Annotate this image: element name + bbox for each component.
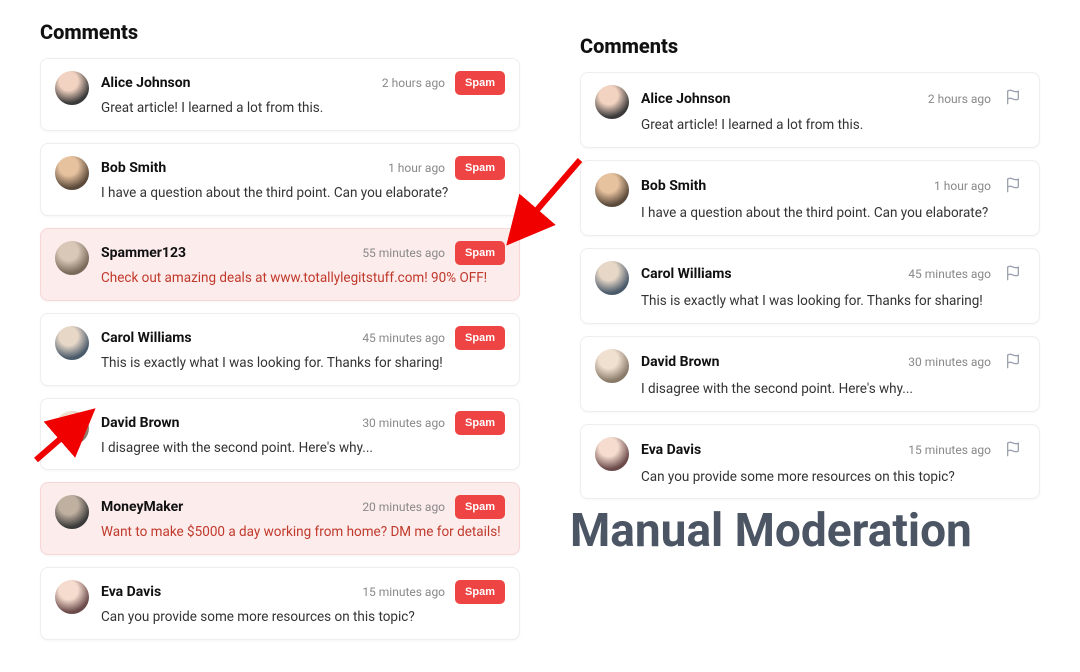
manual-moderation-label: Manual Moderation bbox=[570, 504, 972, 558]
avatar bbox=[55, 71, 89, 105]
comment-time: 2 hours ago bbox=[382, 76, 445, 90]
comment-text: I disagree with the second point. Here's… bbox=[641, 380, 1025, 399]
comments-title-right: Comments bbox=[580, 34, 1040, 58]
comment-body: Bob Smith 1 hour ago I have a question abo… bbox=[641, 173, 1025, 223]
comment-time: 45 minutes ago bbox=[362, 331, 445, 345]
comment-text: Check out amazing deals at www.totallyle… bbox=[101, 269, 505, 288]
comment-row: MoneyMaker 20 minutes ago Spam Want to make… bbox=[40, 482, 520, 555]
comment-body: Spammer123 55 minutes ago Spam Check out am… bbox=[101, 241, 505, 288]
comment-body: Alice Johnson 2 hours ago Spam Great articl… bbox=[101, 71, 505, 118]
avatar bbox=[595, 261, 629, 295]
comment-author: David Brown bbox=[641, 354, 720, 370]
avatar bbox=[55, 495, 89, 529]
comment-author: David Brown bbox=[101, 415, 180, 431]
flag-icon bbox=[1005, 89, 1021, 108]
avatar bbox=[55, 411, 89, 445]
comment-text: I have a question about the third point.… bbox=[641, 204, 1025, 223]
comment-author: Carol Williams bbox=[101, 330, 192, 346]
spam-button[interactable]: Spam bbox=[455, 326, 505, 350]
comment-body: Alice Johnson 2 hours ago Great article! I… bbox=[641, 85, 1025, 135]
comments-title-left: Comments bbox=[40, 20, 520, 44]
comment-row: Bob Smith 1 hour ago I have a question abo… bbox=[580, 160, 1040, 236]
comment-time: 30 minutes ago bbox=[362, 416, 445, 430]
spam-button[interactable]: Spam bbox=[455, 495, 505, 519]
comment-time: 1 hour ago bbox=[934, 179, 991, 193]
comment-author: Eva Davis bbox=[101, 584, 161, 600]
comment-body: Eva Davis 15 minutes ago Can you provide s… bbox=[641, 437, 1025, 487]
spam-button[interactable]: Spam bbox=[455, 241, 505, 265]
comment-body: Carol Williams 45 minutes ago Spam This is … bbox=[101, 326, 505, 373]
comment-time: 55 minutes ago bbox=[362, 246, 445, 260]
spam-button[interactable]: Spam bbox=[455, 156, 505, 180]
comment-body: Bob Smith 1 hour ago Spam I have a question… bbox=[101, 156, 505, 203]
flag-button[interactable] bbox=[1001, 85, 1025, 112]
comment-time: 45 minutes ago bbox=[908, 267, 991, 281]
flag-button[interactable] bbox=[1001, 349, 1025, 376]
comment-author: Bob Smith bbox=[101, 160, 166, 176]
comment-body: David Brown 30 minutes ago Spam I disagree … bbox=[101, 411, 505, 458]
flag-button[interactable] bbox=[1001, 261, 1025, 288]
comment-row: Alice Johnson 2 hours ago Spam Great articl… bbox=[40, 58, 520, 131]
avatar bbox=[595, 349, 629, 383]
comment-author: Alice Johnson bbox=[641, 91, 731, 107]
comment-row: Carol Williams 45 minutes ago This is exac… bbox=[580, 248, 1040, 324]
comment-time: 20 minutes ago bbox=[362, 500, 445, 514]
avatar bbox=[595, 85, 629, 119]
comment-author: MoneyMaker bbox=[101, 499, 183, 515]
comment-body: Carol Williams 45 minutes ago This is exac… bbox=[641, 261, 1025, 311]
comment-row: Carol Williams 45 minutes ago Spam This is … bbox=[40, 313, 520, 386]
flag-button[interactable] bbox=[1001, 173, 1025, 200]
comment-text: Great article! I learned a lot from this… bbox=[101, 99, 505, 118]
comment-text: This is exactly what I was looking for. … bbox=[641, 292, 1025, 311]
avatar bbox=[595, 173, 629, 207]
flag-button[interactable] bbox=[1001, 437, 1025, 464]
comments-list-left: Alice Johnson 2 hours ago Spam Great articl… bbox=[40, 58, 520, 640]
comment-author: Eva Davis bbox=[641, 442, 701, 458]
comment-time: 1 hour ago bbox=[388, 161, 445, 175]
spam-button[interactable]: Spam bbox=[455, 411, 505, 435]
comment-text: This is exactly what I was looking for. … bbox=[101, 354, 505, 373]
comment-text: I have a question about the third point.… bbox=[101, 184, 505, 203]
comment-row: David Brown 30 minutes ago I disagree with… bbox=[580, 336, 1040, 412]
comment-body: David Brown 30 minutes ago I disagree with… bbox=[641, 349, 1025, 399]
comment-author: Alice Johnson bbox=[101, 75, 191, 91]
flag-icon bbox=[1005, 265, 1021, 284]
comment-row: Alice Johnson 2 hours ago Great article! I… bbox=[580, 72, 1040, 148]
avatar bbox=[595, 437, 629, 471]
comment-author: Carol Williams bbox=[641, 266, 732, 282]
comment-row: Spammer123 55 minutes ago Spam Check out am… bbox=[40, 228, 520, 301]
comment-row: Bob Smith 1 hour ago Spam I have a question… bbox=[40, 143, 520, 216]
spam-button[interactable]: Spam bbox=[455, 580, 505, 604]
comment-text: Can you provide some more resources on t… bbox=[641, 468, 1025, 487]
avatar bbox=[55, 580, 89, 614]
flag-icon bbox=[1005, 353, 1021, 372]
avatar bbox=[55, 241, 89, 275]
comment-row: David Brown 30 minutes ago Spam I disagree … bbox=[40, 398, 520, 471]
comment-text: Can you provide some more resources on t… bbox=[101, 608, 505, 627]
comment-row: Eva Davis 15 minutes ago Can you provide s… bbox=[580, 424, 1040, 500]
comment-author: Spammer123 bbox=[101, 245, 186, 261]
comment-row: Eva Davis 15 minutes ago Spam Can you provi… bbox=[40, 567, 520, 640]
comment-time: 15 minutes ago bbox=[908, 443, 991, 457]
comment-body: MoneyMaker 20 minutes ago Spam Want to make… bbox=[101, 495, 505, 542]
comment-body: Eva Davis 15 minutes ago Spam Can you provi… bbox=[101, 580, 505, 627]
spam-button[interactable]: Spam bbox=[455, 71, 505, 95]
avatar bbox=[55, 326, 89, 360]
comment-text: Want to make $5000 a day working from ho… bbox=[101, 523, 505, 542]
comment-text: I disagree with the second point. Here's… bbox=[101, 439, 505, 458]
comment-time: 15 minutes ago bbox=[362, 585, 445, 599]
comment-author: Bob Smith bbox=[641, 178, 706, 194]
flag-icon bbox=[1005, 441, 1021, 460]
comment-text: Great article! I learned a lot from this… bbox=[641, 116, 1025, 135]
comment-time: 30 minutes ago bbox=[908, 355, 991, 369]
comments-list-right: Alice Johnson 2 hours ago Great article! I… bbox=[580, 72, 1040, 499]
comments-panel-left: Comments Alice Johnson 2 hours ago Spam Gre… bbox=[40, 20, 520, 652]
avatar bbox=[55, 156, 89, 190]
comment-time: 2 hours ago bbox=[928, 92, 991, 106]
flag-icon bbox=[1005, 177, 1021, 196]
